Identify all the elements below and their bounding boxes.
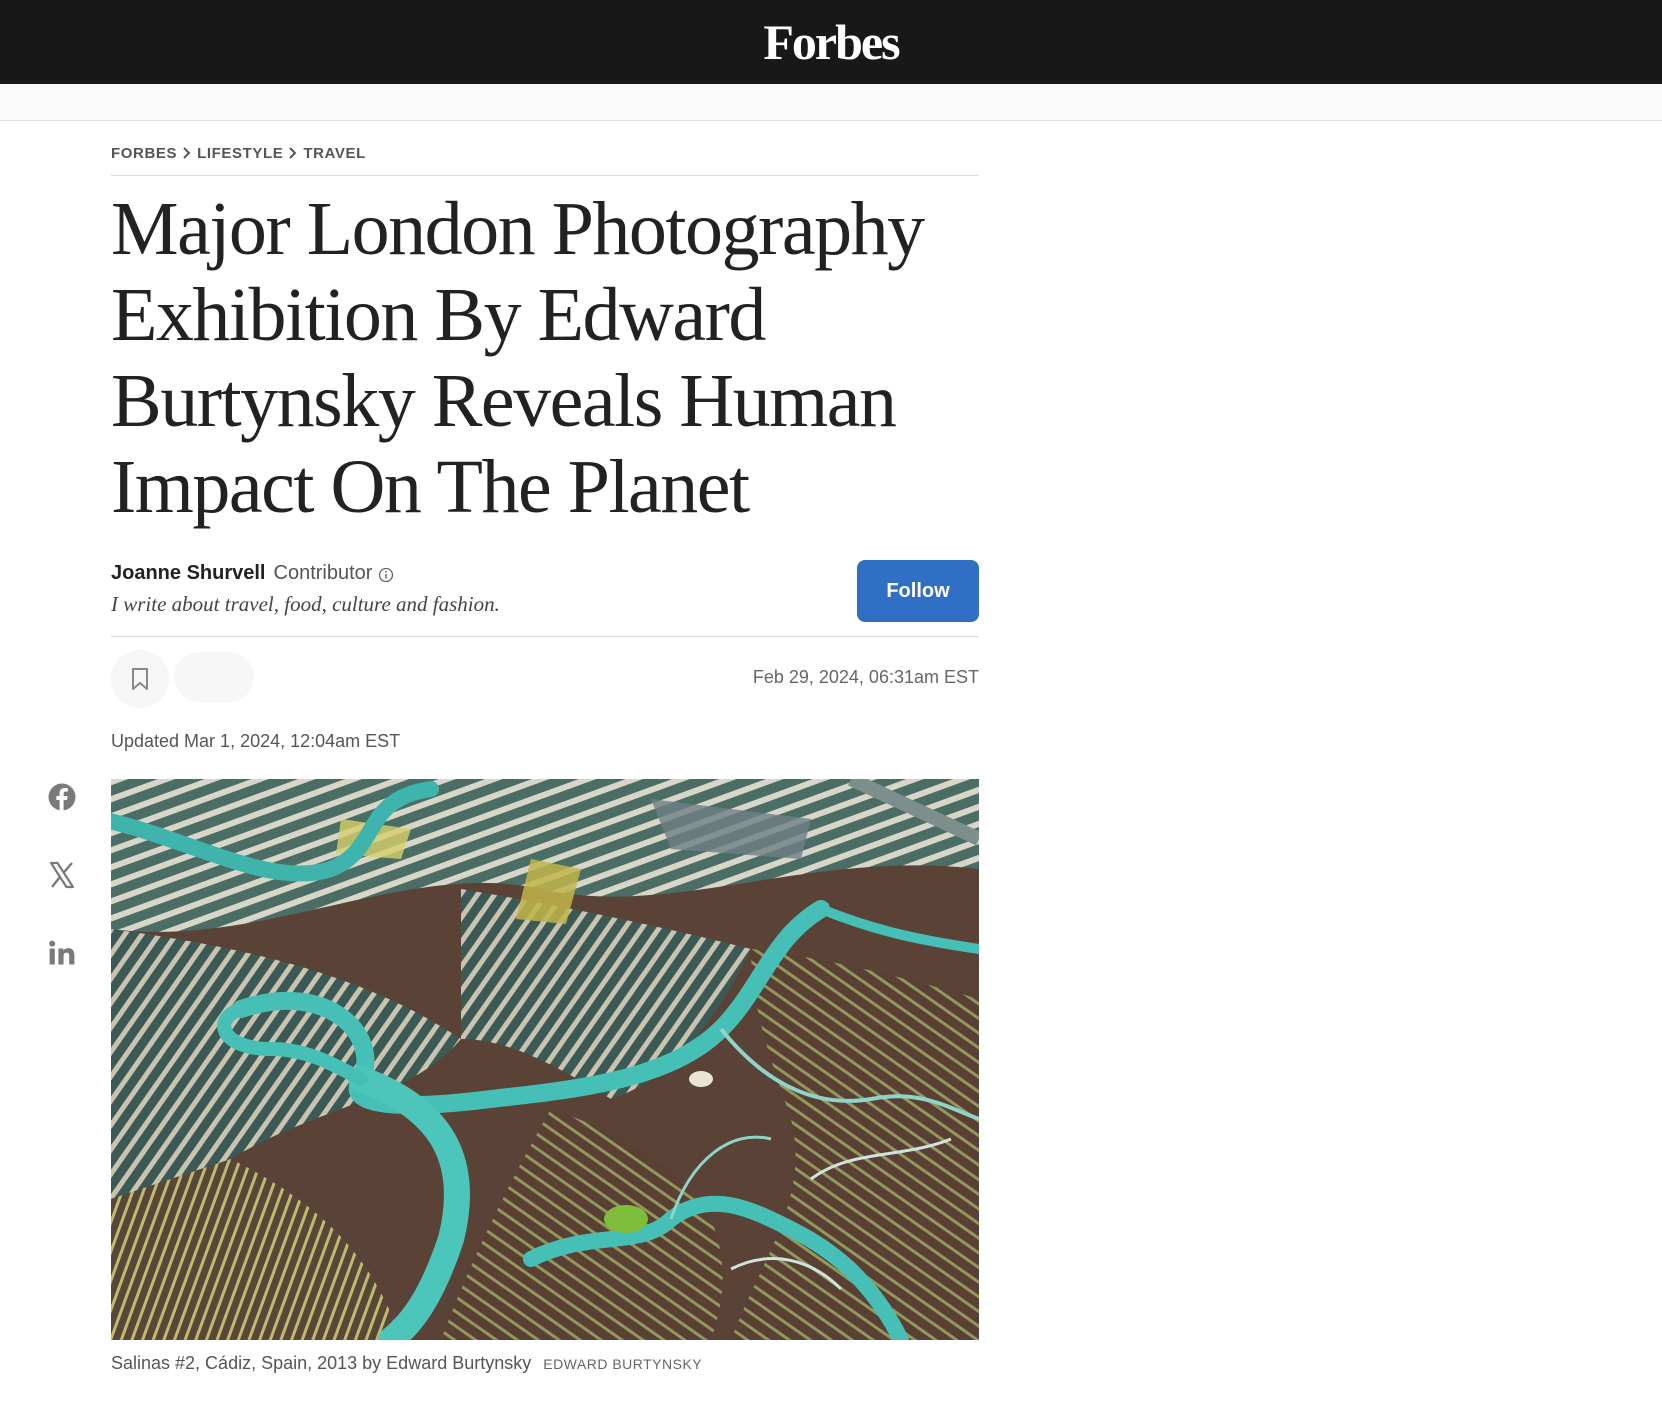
sub-navigation-bar [0, 84, 1662, 121]
hero-image[interactable] [111, 779, 979, 1340]
article-headline: Major London Photography Exhibition By E… [111, 187, 925, 529]
aerial-salt-marsh-photo [111, 779, 979, 1340]
updated-date: Updated Mar 1, 2024, 12:04am EST [111, 731, 401, 751]
info-icon[interactable] [378, 566, 394, 582]
linkedin-share-icon[interactable] [47, 938, 77, 968]
breadcrumb: FORBES LIFESTYLE TRAVEL [111, 144, 366, 162]
breadcrumb-item-travel[interactable]: TRAVEL [303, 145, 366, 162]
forbes-logo[interactable]: Forbes [0, 0, 1662, 84]
author-row: Joanne Shurvell Contributor [111, 562, 394, 585]
author-bio: I write about travel, food, culture and … [111, 592, 500, 616]
published-date: Feb 29, 2024, 06:31am EST [752, 667, 979, 687]
author-name[interactable]: Joanne Shurvell [111, 562, 266, 585]
chevron-right-icon [177, 144, 197, 162]
save-article-button[interactable] [111, 650, 169, 708]
top-bar: Forbes [0, 0, 1662, 84]
divider [111, 175, 979, 176]
photo-credit: EDWARD BURTYNSKY [543, 1356, 703, 1372]
facebook-share-icon[interactable] [47, 782, 77, 812]
follow-button[interactable]: Follow [857, 560, 979, 622]
chevron-right-icon [283, 144, 303, 162]
breadcrumb-item-forbes[interactable]: FORBES [111, 145, 177, 162]
caption-text: Salinas #2, Cádiz, Spain, 2013 by Edward… [111, 1353, 532, 1373]
audio-placeholder-pill [174, 652, 254, 702]
bookmark-icon [132, 668, 148, 690]
x-share-icon[interactable] [47, 860, 77, 890]
divider [111, 636, 979, 637]
hero-caption: Salinas #2, Cádiz, Spain, 2013 by Edward… [111, 1353, 702, 1374]
breadcrumb-item-lifestyle[interactable]: LIFESTYLE [197, 145, 283, 162]
author-role: Contributor [273, 562, 373, 584]
